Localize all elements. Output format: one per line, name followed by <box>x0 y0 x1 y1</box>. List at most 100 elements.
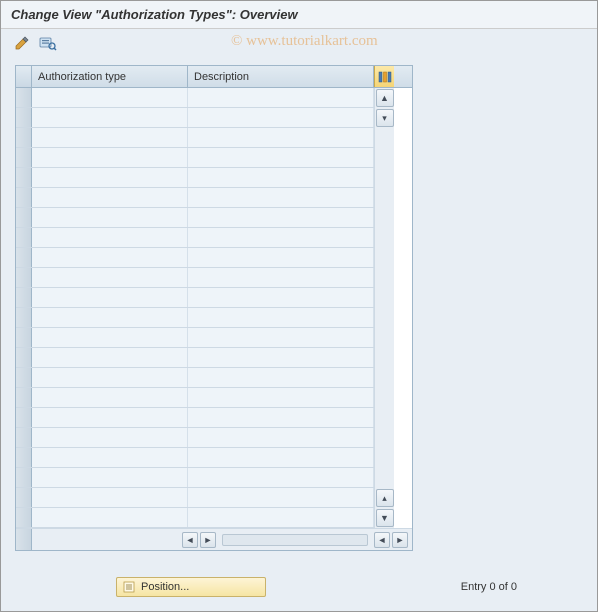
selection-criteria-button[interactable] <box>37 33 59 53</box>
table-row <box>16 188 374 208</box>
scroll-handle-icon: ▴ <box>382 493 387 504</box>
cell-description[interactable] <box>188 228 374 247</box>
cell-auth-type[interactable] <box>32 488 188 507</box>
cell-description[interactable] <box>188 248 374 267</box>
cell-description[interactable] <box>188 188 374 207</box>
row-selector[interactable] <box>16 488 32 507</box>
row-selector[interactable] <box>16 168 32 187</box>
triangle-right-icon: ► <box>204 535 213 545</box>
cell-description[interactable] <box>188 148 374 167</box>
scroll-left-button[interactable]: ◄ <box>182 532 198 548</box>
row-selector[interactable] <box>16 208 32 227</box>
cell-auth-type[interactable] <box>32 128 188 147</box>
scroll-right-button[interactable]: ► <box>392 532 408 548</box>
cell-auth-type[interactable] <box>32 348 188 367</box>
cell-description[interactable] <box>188 488 374 507</box>
cell-description[interactable] <box>188 288 374 307</box>
row-selector[interactable] <box>16 308 32 327</box>
cell-auth-type[interactable] <box>32 308 188 327</box>
scroll-down-button[interactable]: ▼ <box>376 509 394 527</box>
row-selector[interactable] <box>16 148 32 167</box>
cell-description[interactable] <box>188 208 374 227</box>
cell-description[interactable] <box>188 348 374 367</box>
cell-description[interactable] <box>188 368 374 387</box>
vertical-scrollbar[interactable]: ▲ ▾ ▴ ▼ <box>374 88 394 528</box>
cell-description[interactable] <box>188 108 374 127</box>
row-selector[interactable] <box>16 268 32 287</box>
cell-auth-type[interactable] <box>32 88 188 107</box>
cell-auth-type[interactable] <box>32 468 188 487</box>
cell-auth-type[interactable] <box>32 188 188 207</box>
row-selector[interactable] <box>16 328 32 347</box>
row-selector[interactable] <box>16 348 32 367</box>
row-selector[interactable] <box>16 448 32 467</box>
cell-auth-type[interactable] <box>32 448 188 467</box>
footer: Position... Entry 0 of 0 <box>1 577 597 597</box>
horizontal-scrollbar[interactable]: ◄ ► ◄ ► <box>16 528 412 550</box>
toggle-edit-button[interactable] <box>11 33 33 53</box>
scroll-right-step-button[interactable]: ◄ <box>374 532 390 548</box>
row-selector[interactable] <box>16 108 32 127</box>
row-selector[interactable] <box>16 368 32 387</box>
cell-description[interactable] <box>188 328 374 347</box>
row-selector[interactable] <box>16 248 32 267</box>
cell-description[interactable] <box>188 268 374 287</box>
cell-description[interactable] <box>188 448 374 467</box>
cell-auth-type[interactable] <box>32 108 188 127</box>
scroll-handle-icon: ▾ <box>382 113 387 124</box>
table-row <box>16 388 374 408</box>
table-row <box>16 128 374 148</box>
row-selector[interactable] <box>16 508 32 527</box>
cell-auth-type[interactable] <box>32 248 188 267</box>
position-button[interactable]: Position... <box>116 577 266 597</box>
row-selector[interactable] <box>16 388 32 407</box>
cell-auth-type[interactable] <box>32 288 188 307</box>
cell-description[interactable] <box>188 388 374 407</box>
cell-auth-type[interactable] <box>32 228 188 247</box>
table-row <box>16 268 374 288</box>
cell-auth-type[interactable] <box>32 268 188 287</box>
row-selector[interactable] <box>16 288 32 307</box>
cell-auth-type[interactable] <box>32 408 188 427</box>
row-selector[interactable] <box>16 188 32 207</box>
row-selector[interactable] <box>16 228 32 247</box>
cell-auth-type[interactable] <box>32 388 188 407</box>
cell-auth-type[interactable] <box>32 328 188 347</box>
cell-auth-type[interactable] <box>32 148 188 167</box>
cell-auth-type[interactable] <box>32 508 188 527</box>
position-icon <box>123 581 135 593</box>
cell-description[interactable] <box>188 508 374 527</box>
row-selector[interactable] <box>16 428 32 447</box>
table-row <box>16 428 374 448</box>
row-selector[interactable] <box>16 468 32 487</box>
hscroll-corner <box>16 529 32 550</box>
cell-description[interactable] <box>188 128 374 147</box>
cell-description[interactable] <box>188 428 374 447</box>
row-selector[interactable] <box>16 408 32 427</box>
cell-description[interactable] <box>188 408 374 427</box>
row-selector[interactable] <box>16 88 32 107</box>
cell-auth-type[interactable] <box>32 168 188 187</box>
cell-auth-type[interactable] <box>32 368 188 387</box>
scroll-up-button[interactable]: ▲ <box>376 89 394 107</box>
column-header-description[interactable]: Description <box>188 66 374 87</box>
cell-auth-type[interactable] <box>32 208 188 227</box>
table-row <box>16 328 374 348</box>
scroll-left-step-button[interactable]: ► <box>200 532 216 548</box>
column-header-auth-type[interactable]: Authorization type <box>32 66 188 87</box>
scroll-thumb-top[interactable]: ▾ <box>376 109 394 127</box>
cell-description[interactable] <box>188 168 374 187</box>
chevron-down-icon: ▼ <box>380 513 389 523</box>
cell-description[interactable] <box>188 308 374 327</box>
row-selector-header[interactable] <box>16 66 32 87</box>
row-selector[interactable] <box>16 128 32 147</box>
scroll-thumb-bottom[interactable]: ▴ <box>376 489 394 507</box>
cell-description[interactable] <box>188 88 374 107</box>
table-row <box>16 508 374 528</box>
cell-auth-type[interactable] <box>32 428 188 447</box>
chevron-up-icon: ▲ <box>380 93 389 103</box>
cell-description[interactable] <box>188 468 374 487</box>
table-row <box>16 288 374 308</box>
table-settings-button[interactable] <box>374 66 394 87</box>
hscroll-track[interactable] <box>222 534 368 546</box>
